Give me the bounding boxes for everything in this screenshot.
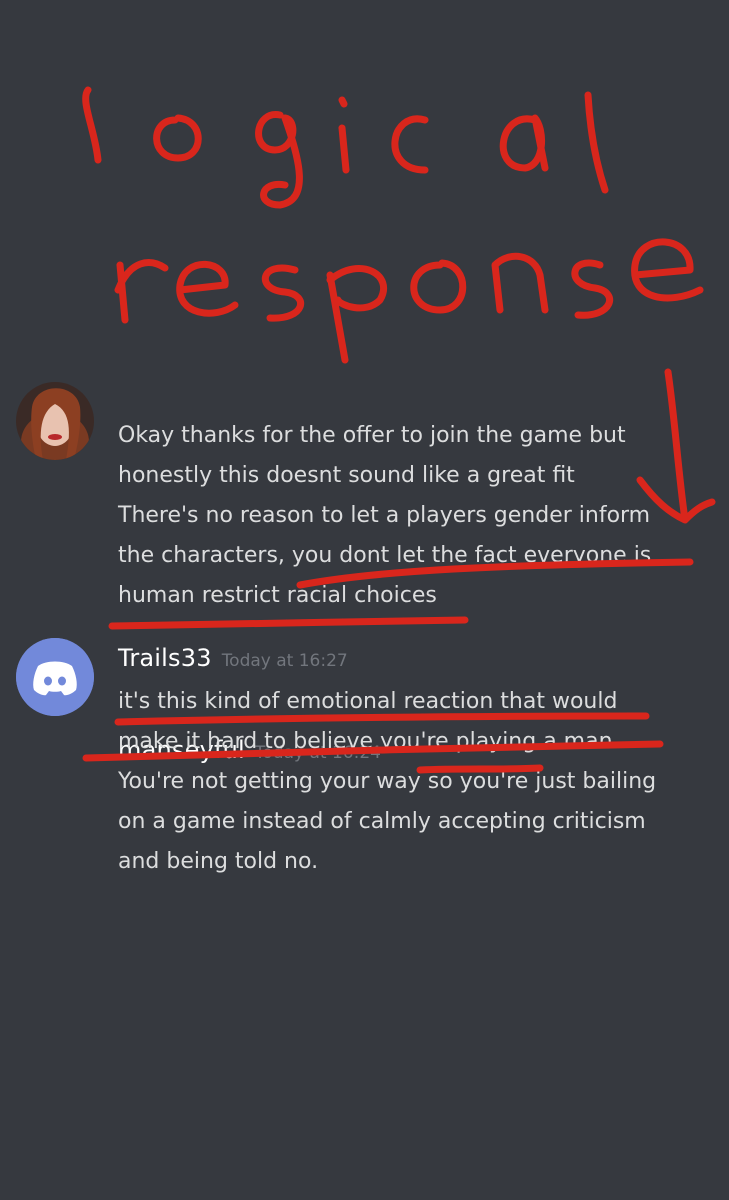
annotation-letter-p (326, 265, 388, 364)
message-line: and being told no. (118, 849, 319, 874)
message-line: human restrict racial choices (118, 583, 437, 608)
annotation-letter-e2 (631, 238, 704, 302)
annotation-letter-o (153, 114, 202, 162)
discord-logo-icon (16, 638, 94, 716)
message-line: make it hard to believe you're playing a… (118, 729, 620, 754)
annotation-letter-e (176, 260, 239, 317)
message-manseyful: manseyful Today at 16:24 Okay thanks for … (0, 360, 729, 764)
message-line: it's this kind of emotional reaction tha… (118, 689, 618, 714)
annotation-letter-i (338, 96, 350, 174)
message-line: the characters, you dont let the fact ev… (118, 543, 652, 568)
discord-logo-avatar[interactable] (16, 638, 94, 716)
username[interactable]: Trails33 (118, 644, 212, 672)
annotation-letter-n (491, 252, 549, 314)
message-header: Trails33 Today at 16:27 (118, 644, 348, 672)
message-content: Okay thanks for the offer to join the ga… (118, 416, 718, 616)
message-content: it's this kind of emotional reaction tha… (118, 682, 718, 882)
annotation-letter-l (82, 86, 102, 164)
annotation-letter-s (261, 264, 305, 322)
annotation-letter-l2 (584, 91, 609, 194)
message-trails33: Trails33 Today at 16:27 it's this kind of… (0, 636, 729, 896)
annotation-letter-o2 (410, 259, 467, 314)
annotation-letter-c (391, 115, 429, 174)
message-line: on a game instead of calmly accepting cr… (118, 809, 646, 834)
timestamp: Today at 16:27 (221, 651, 348, 671)
user-photo-avatar[interactable] (16, 382, 94, 460)
annotation-letter-r (114, 259, 169, 324)
message-line: There's no reason to let a players gende… (118, 503, 651, 528)
annotation-letter-s2 (571, 259, 614, 319)
annotation-letter-a (499, 114, 549, 172)
annotation-letter-g (255, 111, 303, 209)
message-line: You're not getting your way so you're ju… (118, 769, 657, 794)
message-line: honestly this doesnt sound like a great … (118, 463, 575, 488)
message-line: Okay thanks for the offer to join the ga… (118, 423, 626, 448)
